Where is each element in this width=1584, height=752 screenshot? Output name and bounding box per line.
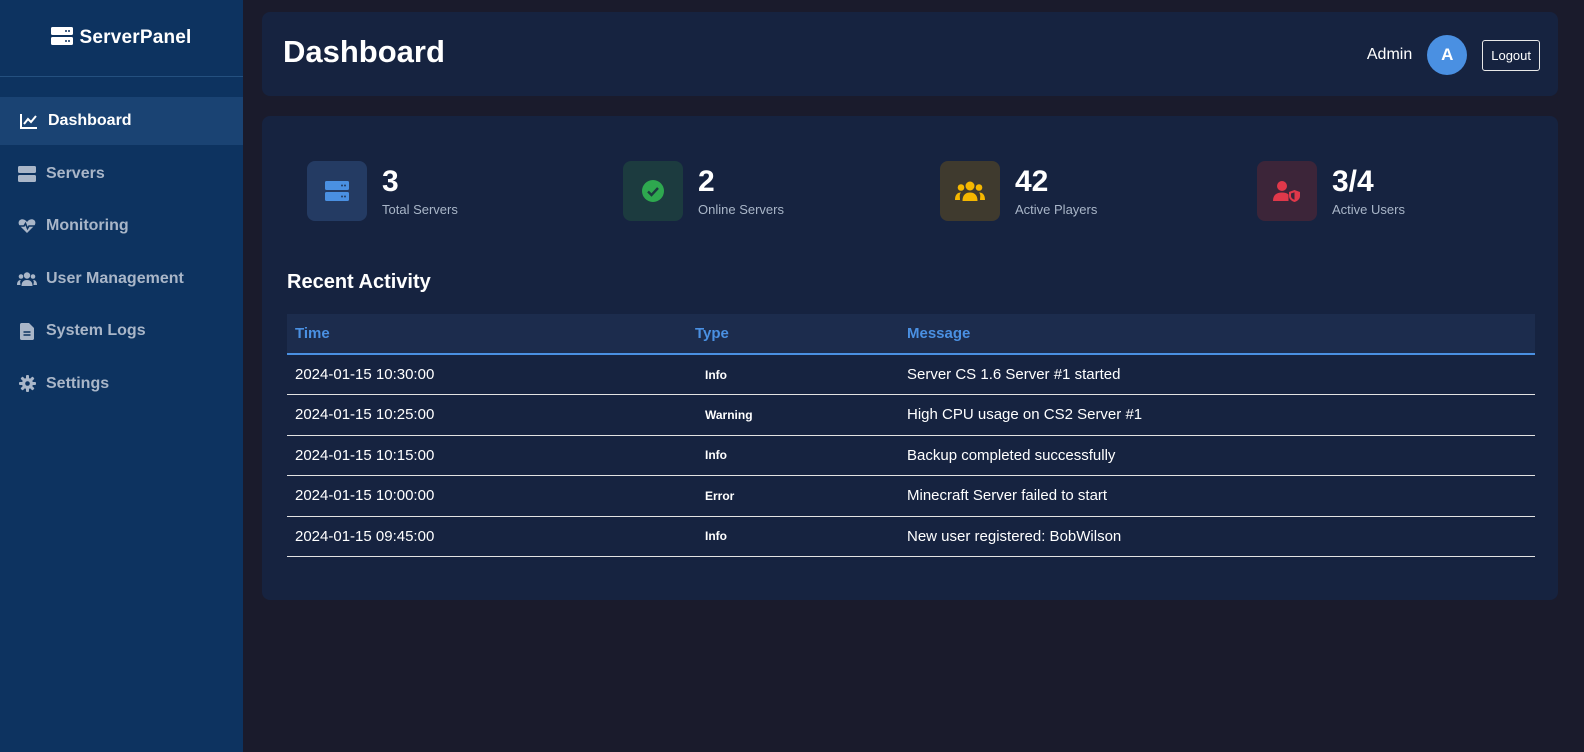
activity-table: Time Type Message 2024-01-15 10:30:00 In… bbox=[287, 314, 1535, 557]
stat-value: 3/4 bbox=[1332, 165, 1374, 198]
message-cell: New user registered: BobWilson bbox=[899, 516, 1535, 557]
table-row[interactable]: 2024-01-15 10:15:00 Info Backup complete… bbox=[287, 435, 1535, 476]
check-circle-icon bbox=[623, 161, 683, 221]
brand[interactable]: ServerPanel bbox=[0, 0, 243, 77]
sidebar-nav: Dashboard Servers Monitoring User Manage… bbox=[0, 77, 243, 408]
table-row[interactable]: 2024-01-15 10:25:00 Warning High CPU usa… bbox=[287, 394, 1535, 436]
message-cell: High CPU usage on CS2 Server #1 bbox=[899, 394, 1535, 436]
avatar[interactable]: A bbox=[1427, 35, 1468, 75]
stat-card-online-servers: 2 Online Servers bbox=[623, 161, 784, 221]
stat-value: 42 bbox=[1015, 165, 1049, 198]
logout-button[interactable]: Logout bbox=[1482, 39, 1540, 71]
user-name: Admin bbox=[1366, 46, 1413, 63]
time-cell: 2024-01-15 10:30:00 bbox=[287, 354, 687, 395]
table-header-row: Time Type Message bbox=[287, 314, 1535, 354]
sidebar-item-servers[interactable]: Servers bbox=[0, 150, 243, 198]
user-area: Admin A Logout bbox=[1367, 35, 1540, 75]
type-badge: Info bbox=[687, 435, 899, 476]
sidebar-item-label: System Logs bbox=[46, 322, 146, 339]
stat-card-total-servers: 3 Total Servers bbox=[307, 161, 458, 221]
time-cell: 2024-01-15 10:15:00 bbox=[287, 435, 687, 476]
users-icon bbox=[17, 269, 37, 289]
page-header: Dashboard Admin A Logout bbox=[262, 12, 1558, 96]
stat-card-active-players: 42 Active Players bbox=[940, 161, 1097, 221]
dashboard-content: 3 Total Servers 2 Online Servers 42 Acti… bbox=[262, 116, 1558, 600]
stat-card-active-users: 3/4 Active Users bbox=[1257, 161, 1405, 221]
type-badge: Warning bbox=[687, 394, 899, 436]
type-badge: Info bbox=[687, 516, 899, 557]
table-row[interactable]: 2024-01-15 10:00:00 Error Minecraft Serv… bbox=[287, 475, 1535, 517]
stat-value: 3 bbox=[382, 165, 399, 198]
sidebar-item-label: User Management bbox=[46, 269, 184, 287]
server-icon bbox=[51, 26, 74, 50]
chart-line-icon bbox=[19, 111, 39, 131]
users-icon bbox=[940, 161, 1000, 221]
sidebar-item-label: Monitoring bbox=[46, 217, 129, 234]
sidebar-item-label: Servers bbox=[46, 164, 105, 182]
stat-label: Total Servers bbox=[382, 202, 458, 217]
server-icon bbox=[307, 161, 367, 221]
user-shield-icon bbox=[1257, 161, 1317, 221]
message-cell: Backup completed successfully bbox=[899, 435, 1535, 476]
sidebar-item-label: Dashboard bbox=[48, 112, 132, 129]
stat-label: Active Users bbox=[1332, 202, 1405, 217]
column-header-time[interactable]: Time bbox=[287, 314, 687, 354]
stat-value: 2 bbox=[698, 165, 715, 198]
sidebar-item-system-logs[interactable]: System Logs bbox=[0, 307, 243, 355]
server-icon bbox=[17, 164, 37, 184]
type-badge: Error bbox=[687, 475, 899, 517]
message-cell: Server CS 1.6 Server #1 started bbox=[899, 354, 1535, 395]
page-title: Dashboard bbox=[283, 34, 445, 69]
brand-name: ServerPanel bbox=[79, 27, 192, 48]
time-cell: 2024-01-15 10:25:00 bbox=[287, 394, 687, 436]
sidebar-item-monitoring[interactable]: Monitoring bbox=[0, 202, 243, 250]
sidebar-item-settings[interactable]: Settings bbox=[0, 360, 243, 408]
type-badge: Info bbox=[687, 354, 899, 395]
sidebar-item-user-management[interactable]: User Management bbox=[0, 255, 243, 303]
table-row[interactable]: 2024-01-15 10:30:00 Info Server CS 1.6 S… bbox=[287, 354, 1535, 395]
gear-icon bbox=[17, 374, 37, 394]
message-cell: Minecraft Server failed to start bbox=[899, 475, 1535, 517]
recent-activity-title: Recent Activity bbox=[287, 271, 431, 293]
sidebar: ServerPanel Dashboard Servers Monitoring… bbox=[0, 0, 243, 752]
stat-label: Online Servers bbox=[698, 202, 784, 217]
sidebar-item-label: Settings bbox=[46, 374, 110, 392]
file-icon bbox=[17, 321, 37, 341]
sidebar-item-dashboard[interactable]: Dashboard bbox=[0, 97, 243, 145]
column-header-type[interactable]: Type bbox=[687, 314, 899, 354]
heartbeat-icon bbox=[17, 216, 37, 236]
table-row[interactable]: 2024-01-15 09:45:00 Info New user regist… bbox=[287, 516, 1535, 557]
time-cell: 2024-01-15 10:00:00 bbox=[287, 475, 687, 517]
time-cell: 2024-01-15 09:45:00 bbox=[287, 516, 687, 557]
stat-label: Active Players bbox=[1015, 202, 1098, 217]
column-header-message[interactable]: Message bbox=[899, 314, 1535, 354]
